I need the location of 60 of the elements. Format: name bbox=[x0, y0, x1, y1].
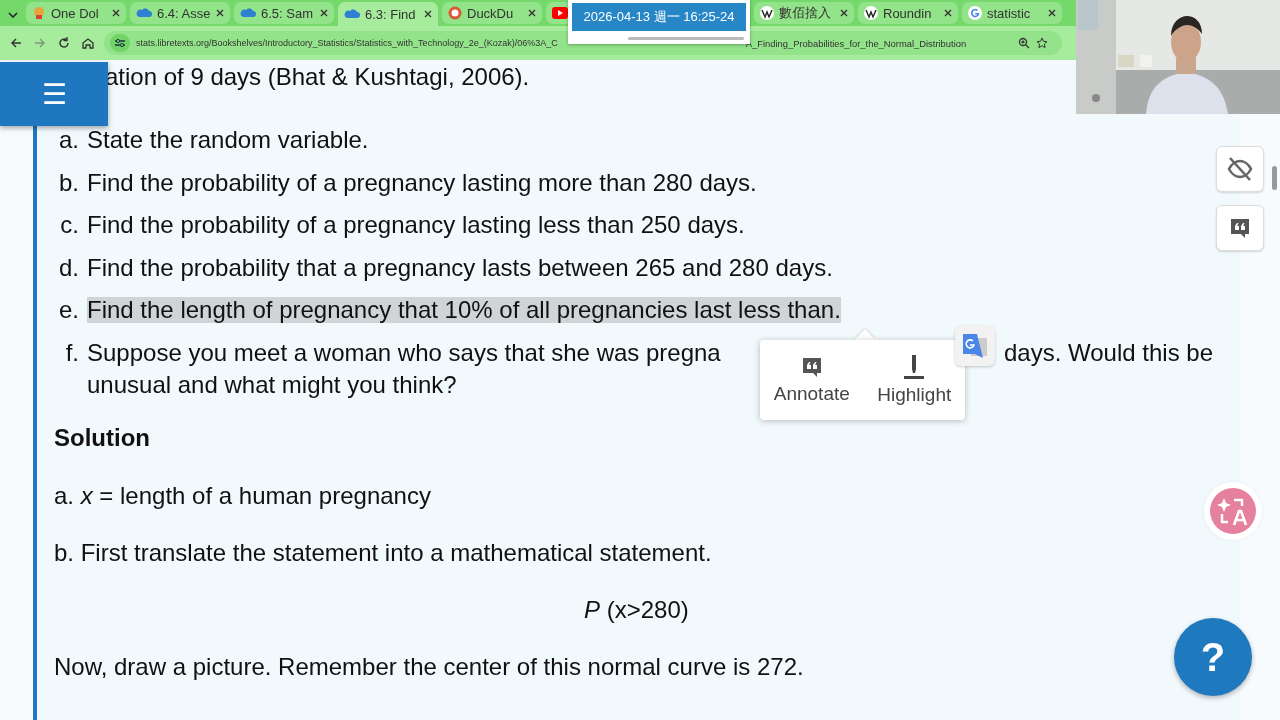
paragraph: b. First translate the statement into a mathematical statement. bbox=[54, 537, 712, 568]
duck-icon bbox=[448, 6, 462, 20]
close-icon[interactable] bbox=[944, 7, 952, 19]
tool-button[interactable] bbox=[1216, 205, 1264, 251]
browser-tab[interactable]: 6.3: Find bbox=[338, 2, 438, 26]
close-icon[interactable] bbox=[320, 7, 328, 19]
popup-action[interactable]: Highlight bbox=[877, 354, 952, 406]
browser-tab[interactable]: 數佰捨入 bbox=[754, 2, 854, 24]
close-icon[interactable] bbox=[840, 7, 848, 19]
wikipedia-icon bbox=[760, 6, 774, 20]
browser-tab[interactable]: statistic bbox=[962, 2, 1062, 24]
question-text: days. Would this be bbox=[1004, 339, 1213, 366]
close-icon[interactable] bbox=[424, 8, 432, 20]
paragraph: Now, draw a picture. Remember the center of this normal curve is 272. bbox=[54, 651, 804, 682]
browser-tab[interactable]: DuckDu bbox=[442, 2, 542, 24]
cloud-icon bbox=[240, 7, 256, 19]
question-text: Find the probability of a pregnancy lasting less than 250 days. bbox=[87, 212, 745, 238]
question-text: Find the length of pregnancy that 10% of all pregnancies last less than. bbox=[87, 297, 841, 323]
badge-icon bbox=[32, 6, 46, 20]
close-icon[interactable] bbox=[216, 7, 224, 19]
close-icon[interactable] bbox=[112, 7, 120, 19]
date-time-text: 2026-04-13 週一 16:25-24 bbox=[572, 3, 746, 31]
eye-slash-icon bbox=[1226, 156, 1254, 182]
close-icon[interactable] bbox=[1048, 7, 1056, 19]
question-text: Find the probability of a pregnancy lasting more than 280 days. bbox=[87, 169, 757, 196]
cloud-icon bbox=[136, 7, 152, 19]
marker-icon bbox=[902, 354, 927, 380]
popup-action[interactable]: Annotate bbox=[773, 355, 850, 405]
list-marker: e. bbox=[58, 297, 79, 323]
close-icon[interactable] bbox=[528, 7, 536, 19]
question-text: unusual and what might you think? bbox=[87, 369, 457, 400]
wikipedia-icon bbox=[864, 6, 878, 20]
site-settings-icon[interactable] bbox=[110, 34, 130, 52]
list-marker: c. bbox=[59, 212, 79, 238]
question-text: Suppose you meet a woman who says that she was pregna bbox=[87, 339, 721, 366]
formula: P (x>280) bbox=[584, 594, 689, 625]
browser-tab[interactable]: One Dol bbox=[26, 2, 126, 24]
paragraph: a. x = length of a human pregnancy bbox=[54, 480, 431, 511]
browser-tab[interactable]: 6.4: Asse bbox=[130, 2, 230, 24]
chevron-down-icon[interactable] bbox=[8, 12, 18, 18]
zoom-icon[interactable] bbox=[1018, 37, 1030, 49]
google-icon bbox=[968, 6, 982, 20]
menu-button[interactable]: ☰ bbox=[0, 62, 108, 126]
tool-button[interactable] bbox=[1216, 146, 1264, 192]
list-marker: f. bbox=[64, 339, 79, 366]
list-marker: a. bbox=[58, 127, 79, 153]
question-text: Find the probability that a pregnancy lasts between 265 and 280 days. bbox=[87, 254, 833, 281]
browser-tab[interactable]: 6.5: Sam bbox=[234, 2, 334, 24]
browser-tab[interactable]: Roundin bbox=[858, 2, 958, 24]
cloud-icon bbox=[344, 8, 360, 20]
translate-icon[interactable] bbox=[955, 326, 995, 366]
paragraph: ation of 9 days (Bhat & Kushtagi, 2006). bbox=[105, 63, 530, 92]
star-icon[interactable] bbox=[1036, 37, 1048, 49]
section-heading: Solution bbox=[54, 422, 150, 453]
translate-icon[interactable] bbox=[1210, 488, 1256, 534]
list-marker: d. bbox=[58, 254, 79, 281]
list-marker: b. bbox=[58, 169, 79, 196]
scrollbar-thumb[interactable] bbox=[1272, 166, 1277, 190]
question-text: State the random variable. bbox=[87, 127, 369, 153]
quote-icon bbox=[1228, 216, 1252, 240]
